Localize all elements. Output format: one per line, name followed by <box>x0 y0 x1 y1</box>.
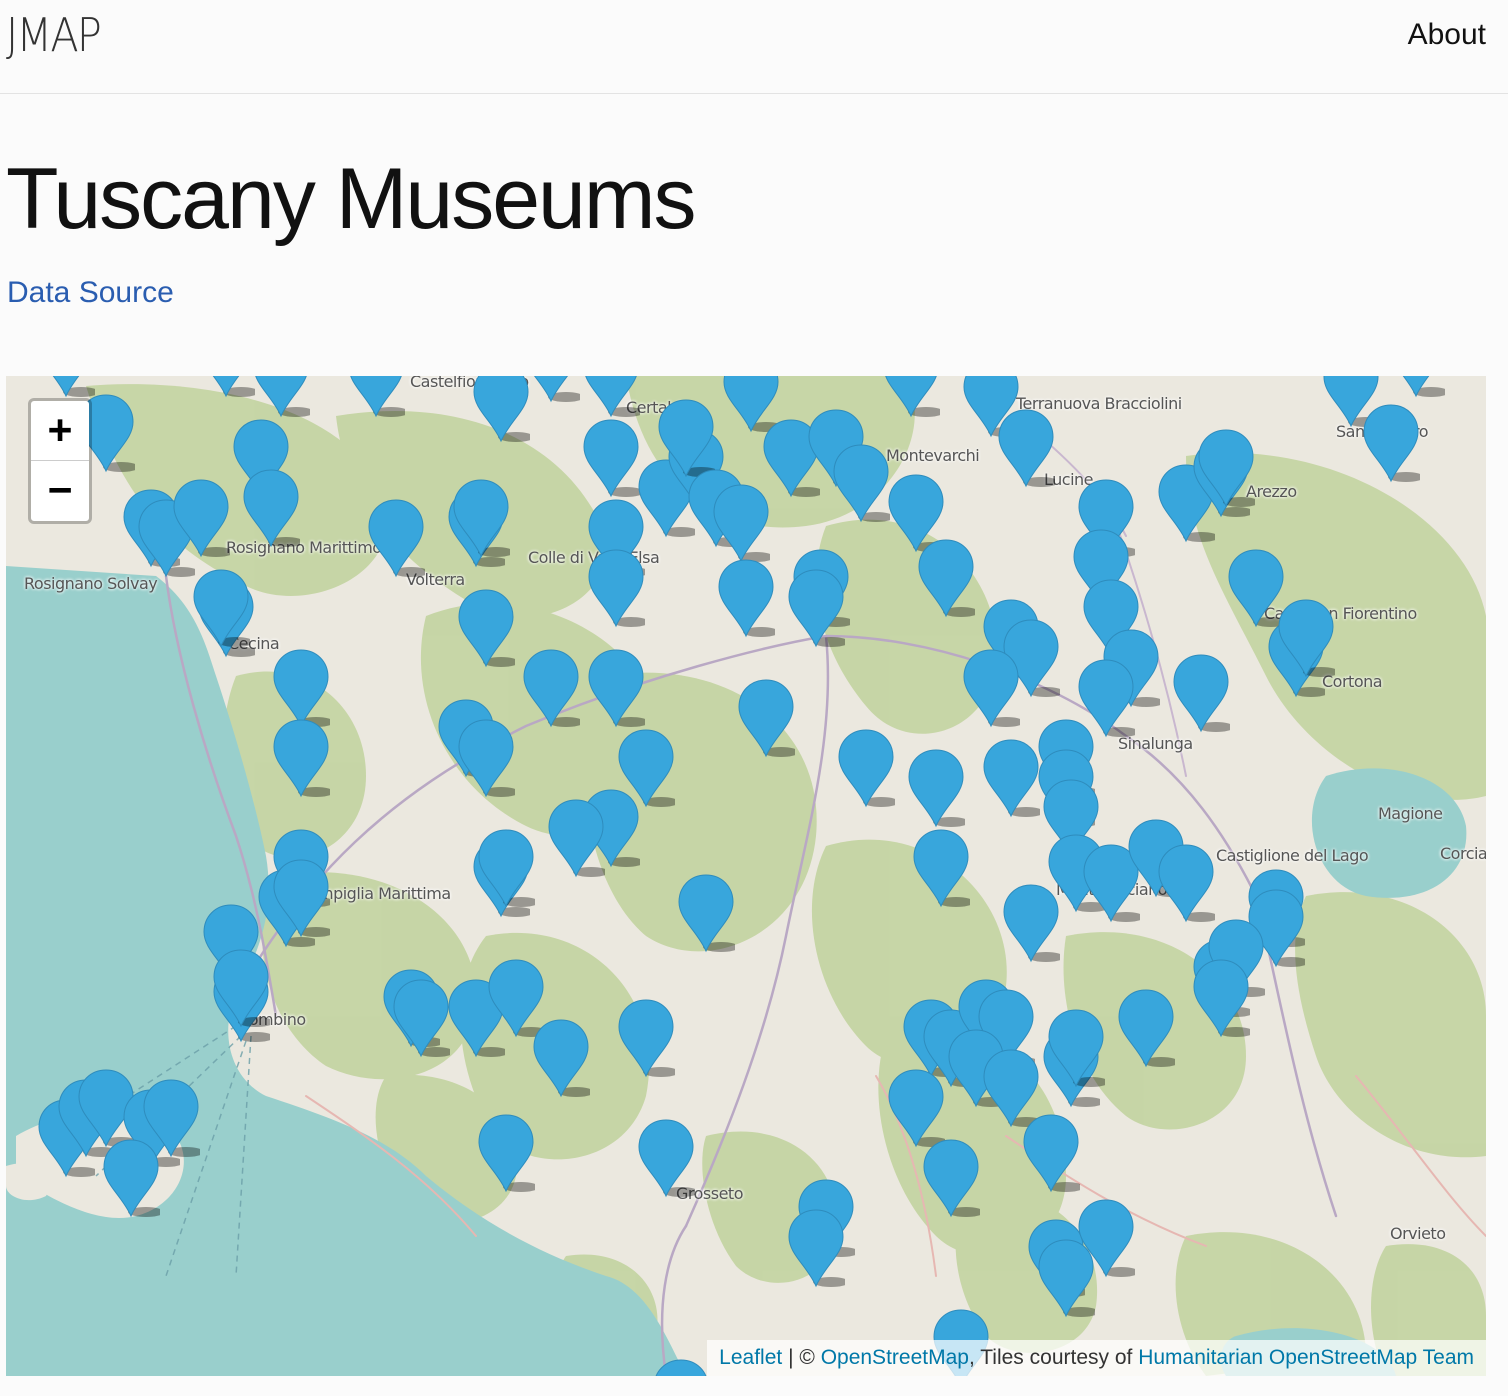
hot-link[interactable]: Humanitarian OpenStreetMap Team <box>1138 1346 1474 1369</box>
map-marker-icon[interactable] <box>347 376 405 418</box>
map-marker-icon[interactable] <box>172 478 230 558</box>
map-marker-icon[interactable] <box>392 978 450 1058</box>
map-marker-icon[interactable] <box>962 648 1020 728</box>
map-marker-icon[interactable] <box>587 648 645 728</box>
zoom-out-button[interactable]: − <box>31 461 89 521</box>
map-marker-icon[interactable] <box>252 376 310 418</box>
marker-layer <box>6 376 1486 1376</box>
brand-logo[interactable]: JMAP <box>6 8 102 62</box>
map-marker-icon[interactable] <box>717 558 775 638</box>
map-marker-icon[interactable] <box>242 468 300 548</box>
map-marker-icon[interactable] <box>452 478 510 558</box>
map-marker-icon[interactable] <box>582 418 640 498</box>
map-marker-icon[interactable] <box>457 718 515 798</box>
map-marker-icon[interactable] <box>907 748 965 828</box>
attribution-separator: | © <box>788 1346 815 1369</box>
map-container[interactable]: Terranuova Bracciolini Montevarchi Rosig… <box>6 376 1486 1376</box>
map-marker-icon[interactable] <box>1197 428 1255 508</box>
map-marker-icon[interactable] <box>102 1138 160 1218</box>
map-marker-icon[interactable] <box>477 828 535 908</box>
leaflet-link[interactable]: Leaflet <box>719 1346 782 1369</box>
map-marker-icon[interactable] <box>832 443 890 523</box>
map-marker-icon[interactable] <box>522 376 580 403</box>
osm-link[interactable]: OpenStreetMap <box>821 1346 969 1369</box>
nav-about-link[interactable]: About <box>1408 18 1486 52</box>
map-marker-icon[interactable] <box>272 858 330 938</box>
map-marker-icon[interactable] <box>917 538 975 618</box>
map-marker-icon[interactable] <box>837 728 895 808</box>
map-marker-icon[interactable] <box>532 1018 590 1098</box>
map-marker-icon[interactable] <box>982 738 1040 818</box>
map-attribution: Leaflet | © OpenStreetMap, Tiles courtes… <box>707 1340 1486 1376</box>
map-marker-icon[interactable] <box>737 678 795 758</box>
map-marker-icon[interactable] <box>677 873 735 953</box>
map-marker-icon[interactable] <box>997 408 1055 488</box>
map-marker-icon[interactable] <box>1047 1008 1105 1088</box>
map-marker-icon[interactable] <box>887 1068 945 1148</box>
map-marker-icon[interactable] <box>1387 376 1445 398</box>
map-marker-icon[interactable] <box>1022 1113 1080 1193</box>
map-marker-icon[interactable] <box>1362 403 1420 483</box>
attribution-tiles-text: , Tiles courtesy of <box>968 1346 1133 1369</box>
map-marker-icon[interactable] <box>787 1208 845 1288</box>
map-marker-icon[interactable] <box>1077 1198 1135 1278</box>
map-marker-icon[interactable] <box>1157 843 1215 923</box>
map-marker-icon[interactable] <box>197 376 255 398</box>
map-marker-icon[interactable] <box>912 828 970 908</box>
map-marker-icon[interactable] <box>787 568 845 648</box>
zoom-control: + − <box>28 398 92 524</box>
map-marker-icon[interactable] <box>1117 988 1175 1068</box>
map-marker-icon[interactable] <box>1277 598 1335 678</box>
map-marker-icon[interactable] <box>547 798 605 878</box>
map-marker-icon[interactable] <box>522 648 580 728</box>
map-marker-icon[interactable] <box>637 1118 695 1198</box>
map-marker-icon[interactable] <box>457 588 515 668</box>
zoom-in-button[interactable]: + <box>31 401 89 461</box>
map-marker-icon[interactable] <box>1192 958 1250 1038</box>
map-marker-icon[interactable] <box>582 376 640 418</box>
map-marker-icon[interactable] <box>272 648 330 728</box>
map-marker-icon[interactable] <box>882 376 940 418</box>
data-source-link[interactable]: Data Source <box>7 276 174 310</box>
navbar: JMAP About <box>0 0 1508 94</box>
map-marker-icon[interactable] <box>922 1138 980 1218</box>
map-marker-icon[interactable] <box>192 568 250 648</box>
map-marker-icon[interactable] <box>652 1358 710 1376</box>
page-title: Tuscany Museums <box>6 151 696 247</box>
map-marker-icon[interactable] <box>657 398 715 478</box>
map-marker-icon[interactable] <box>1172 653 1230 733</box>
map-marker-icon[interactable] <box>272 718 330 798</box>
map-marker-icon[interactable] <box>617 998 675 1078</box>
map-marker-icon[interactable] <box>477 1113 535 1193</box>
map-marker-icon[interactable] <box>1002 883 1060 963</box>
map-marker-icon[interactable] <box>212 948 270 1028</box>
map-marker-icon[interactable] <box>587 548 645 628</box>
map-marker-icon[interactable] <box>367 498 425 578</box>
